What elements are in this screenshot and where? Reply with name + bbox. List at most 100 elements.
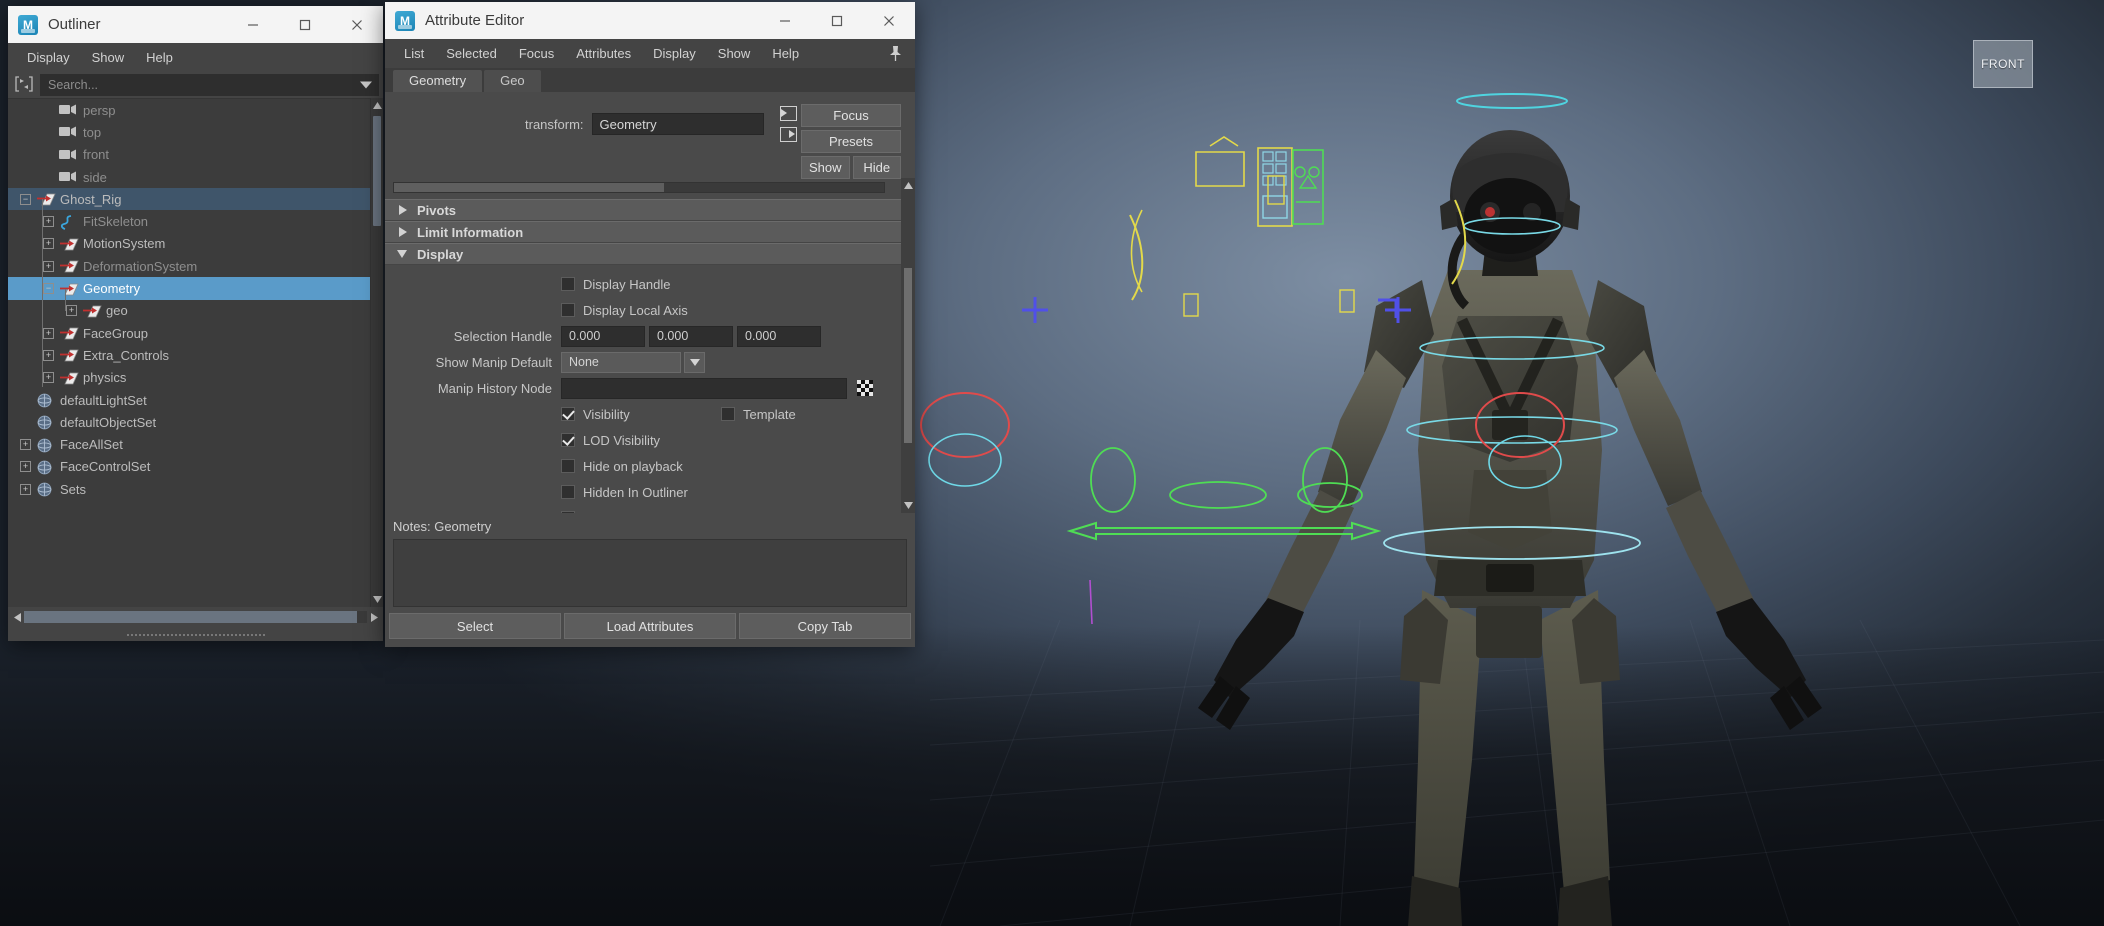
scroll-down-icon[interactable] bbox=[903, 500, 914, 511]
outliner-tree-row[interactable]: top bbox=[8, 121, 370, 143]
selection-handle-x-input[interactable]: 0.000 bbox=[561, 325, 645, 347]
minimize-icon[interactable] bbox=[759, 2, 811, 39]
menu-display[interactable]: Display bbox=[642, 42, 707, 65]
expander-toggle[interactable]: − bbox=[43, 283, 54, 295]
template-checkbox[interactable] bbox=[721, 407, 735, 421]
outliner-tree-row[interactable]: + Sets bbox=[8, 478, 370, 500]
outliner-tree-row[interactable]: − Ghost_Rig bbox=[8, 188, 370, 211]
outliner-tree-row[interactable]: − Geometry bbox=[8, 277, 370, 300]
hide-button[interactable]: Hide bbox=[852, 156, 901, 179]
display-local-axis-checkbox[interactable] bbox=[561, 303, 575, 317]
outliner-tree-row[interactable]: + MotionSystem bbox=[8, 233, 370, 255]
use-outliner-color-checkbox[interactable] bbox=[561, 511, 575, 513]
display-handle-checkbox-group[interactable]: Display Handle bbox=[561, 277, 670, 292]
menu-selected[interactable]: Selected bbox=[435, 42, 508, 65]
expander-toggle[interactable]: + bbox=[20, 461, 31, 473]
outliner-titlebar[interactable]: M Outliner bbox=[8, 6, 383, 43]
tab-geometry[interactable]: Geometry bbox=[393, 70, 483, 92]
scroll-down-icon[interactable] bbox=[372, 594, 383, 605]
outliner-tree-row[interactable]: + Extra_Controls bbox=[8, 344, 370, 366]
expander-toggle[interactable]: + bbox=[43, 216, 54, 228]
attribute-editor-window[interactable]: M Attribute Editor List Selected Focus A… bbox=[385, 2, 915, 647]
attribute-editor-menubar[interactable]: List Selected Focus Attributes Display S… bbox=[385, 39, 915, 68]
vertical-scroll-thumb[interactable] bbox=[373, 116, 381, 226]
attribute-horizontal-slider-thumb[interactable] bbox=[394, 183, 664, 192]
expander-toggle[interactable]: + bbox=[43, 349, 54, 361]
scroll-up-icon[interactable] bbox=[372, 100, 383, 111]
selection-handle-y-input[interactable]: 0.000 bbox=[649, 325, 733, 347]
maximize-icon[interactable] bbox=[811, 2, 863, 39]
outliner-tree-row[interactable]: + FaceControlSet bbox=[8, 456, 370, 478]
focus-button[interactable]: Focus bbox=[801, 104, 901, 127]
expander-toggle[interactable]: − bbox=[20, 193, 31, 205]
menu-show[interactable]: Show bbox=[707, 42, 762, 65]
select-bracket-icon[interactable] bbox=[14, 75, 34, 95]
outliner-tree-row[interactable]: defaultLightSet bbox=[8, 389, 370, 411]
scroll-right-icon[interactable] bbox=[367, 610, 381, 624]
close-icon[interactable] bbox=[863, 2, 915, 39]
hidden-in-outliner-checkbox[interactable] bbox=[561, 485, 575, 499]
menu-help[interactable]: Help bbox=[761, 42, 810, 65]
chevron-down-icon[interactable] bbox=[684, 351, 705, 373]
visibility-checkbox[interactable] bbox=[561, 407, 575, 421]
menu-focus[interactable]: Focus bbox=[508, 42, 565, 65]
presets-button[interactable]: Presets bbox=[801, 130, 901, 153]
character-model[interactable] bbox=[1190, 120, 1830, 926]
use-outliner-color-checkbox-group[interactable]: Use Outliner Color bbox=[561, 511, 690, 513]
menu-help[interactable]: Help bbox=[135, 46, 184, 69]
display-local-axis-checkbox-group[interactable]: Display Local Axis bbox=[561, 303, 688, 318]
scroll-up-icon[interactable] bbox=[903, 180, 914, 191]
outliner-tree-row[interactable]: persp bbox=[8, 99, 370, 121]
load-attributes-button[interactable]: Load Attributes bbox=[564, 613, 736, 639]
expander-toggle[interactable]: + bbox=[20, 483, 31, 495]
show-button[interactable]: Show bbox=[801, 156, 850, 179]
transform-name-input[interactable]: Geometry bbox=[591, 113, 764, 135]
display-handle-checkbox[interactable] bbox=[561, 277, 575, 291]
outliner-tree-row[interactable]: + physics bbox=[8, 367, 370, 389]
outliner-tree-row[interactable]: + FaceAllSet bbox=[8, 433, 370, 455]
show-manip-default-select[interactable]: None bbox=[561, 351, 681, 373]
outliner-tree-row[interactable]: side bbox=[8, 166, 370, 188]
hide-on-playback-checkbox[interactable] bbox=[561, 459, 575, 473]
outliner-tree-row[interactable]: defaultObjectSet bbox=[8, 411, 370, 433]
outliner-window[interactable]: M Outliner Display Show Help Search... p… bbox=[8, 6, 383, 641]
outliner-menubar[interactable]: Display Show Help bbox=[8, 43, 383, 72]
menu-show[interactable]: Show bbox=[81, 46, 136, 69]
search-input[interactable]: Search... bbox=[40, 74, 379, 96]
expander-toggle[interactable]: + bbox=[43, 260, 54, 272]
pin-icon[interactable] bbox=[885, 43, 905, 63]
expander-toggle[interactable]: + bbox=[43, 238, 54, 250]
attribute-editor-tabs[interactable]: Geometry Geo bbox=[385, 68, 915, 92]
menu-list[interactable]: List bbox=[393, 42, 435, 65]
chevron-down-icon[interactable] bbox=[360, 81, 372, 89]
outliner-horizontal-scrollbar[interactable] bbox=[8, 607, 383, 627]
outliner-tree-row[interactable]: + FaceGroup bbox=[8, 322, 370, 344]
output-connection-icon[interactable] bbox=[779, 127, 797, 142]
attribute-horizontal-slider-row[interactable] bbox=[385, 178, 901, 199]
expander-toggle[interactable]: + bbox=[66, 305, 77, 317]
input-connection-icon[interactable] bbox=[779, 106, 797, 121]
copy-tab-button[interactable]: Copy Tab bbox=[739, 613, 911, 639]
horizontal-scroll-track[interactable] bbox=[24, 611, 367, 623]
expander-toggle[interactable]: + bbox=[20, 439, 31, 451]
lod-visibility-checkbox[interactable] bbox=[561, 433, 575, 447]
lod-visibility-checkbox-group[interactable]: LOD Visibility bbox=[561, 433, 660, 448]
section-limit-information[interactable]: Limit Information bbox=[385, 221, 901, 243]
tab-geo[interactable]: Geo bbox=[484, 70, 541, 92]
visibility-checkbox-group[interactable]: Visibility bbox=[561, 407, 721, 422]
attribute-editor-titlebar[interactable]: M Attribute Editor bbox=[385, 2, 915, 39]
outliner-tree-row[interactable]: + FitSkeleton bbox=[8, 210, 370, 232]
outliner-tree-row[interactable]: front bbox=[8, 144, 370, 166]
outliner-tree[interactable]: persp top front side − Ghost_Rig + FitSkeleton +… bbox=[8, 98, 370, 607]
menu-display[interactable]: Display bbox=[16, 46, 81, 69]
manip-history-node-input[interactable] bbox=[561, 377, 847, 399]
attribute-editor-vertical-scrollbar[interactable] bbox=[901, 178, 915, 513]
maximize-icon[interactable] bbox=[279, 6, 331, 43]
section-display[interactable]: Display bbox=[385, 243, 901, 265]
minimize-icon[interactable] bbox=[227, 6, 279, 43]
checker-icon[interactable] bbox=[857, 380, 873, 396]
outliner-tree-row[interactable]: + DeformationSystem bbox=[8, 255, 370, 277]
template-checkbox-group[interactable]: Template bbox=[721, 407, 796, 422]
selection-handle-z-input[interactable]: 0.000 bbox=[737, 325, 821, 347]
scroll-left-icon[interactable] bbox=[10, 610, 24, 624]
